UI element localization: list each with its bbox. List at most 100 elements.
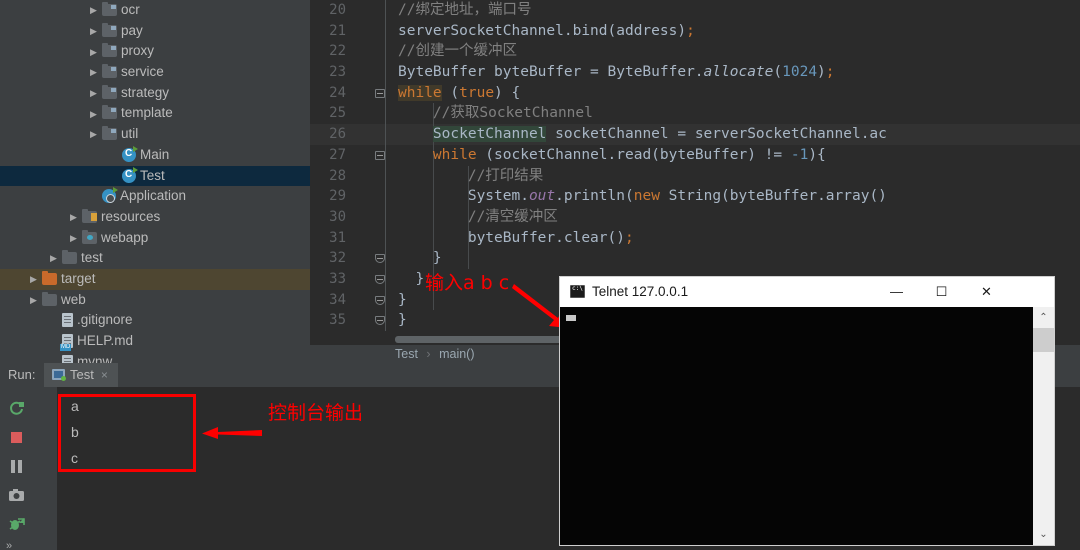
run-config-icon [52, 369, 66, 381]
line-number: 25 [329, 105, 346, 122]
code-fold-icon[interactable] [372, 248, 386, 269]
webapp-folder-icon [82, 229, 97, 244]
screenshot-button[interactable] [8, 487, 25, 504]
chevron-right-icon[interactable]: ▶ [88, 21, 99, 42]
editor-line[interactable]: 28 //打印结果 [310, 165, 1080, 187]
expand-toolbar-button[interactable]: » [6, 539, 23, 550]
tree-item-helpmd[interactable]: HELP.md [0, 331, 310, 352]
java-class-icon [122, 145, 138, 162]
editor-line[interactable]: 24 while (true) { [310, 82, 1080, 104]
code-fold-icon[interactable] [372, 83, 386, 104]
code-token: (socketChannel.read(byteBuffer) != [476, 146, 791, 163]
tree-item-mvnw[interactable]: mvnw [0, 352, 310, 363]
tree-item-resources[interactable]: ▶ resources [0, 207, 310, 228]
maximize-icon[interactable]: ☐ [919, 277, 964, 307]
editor-line[interactable]: 27 while (socketChannel.read(byteBuffer)… [310, 144, 1080, 166]
tree-item-test[interactable]: ▶ test [0, 248, 310, 269]
code-text: System.out.println(new String(byteBuffer… [398, 186, 887, 207]
chevron-right-icon[interactable]: ▶ [88, 83, 99, 104]
code-token: ( [773, 64, 783, 81]
line-number: 21 [329, 22, 346, 39]
code-token: ; [624, 229, 634, 246]
editor-line[interactable]: 32 } [310, 248, 1080, 269]
chevron-right-icon[interactable]: ▶ [68, 228, 79, 249]
folder-icon [62, 250, 77, 265]
tree-item-template[interactable]: ▶ template [0, 103, 310, 124]
tree-item-main[interactable]: Main [0, 145, 310, 166]
scrollbar-thumb[interactable] [1033, 328, 1054, 352]
editor-line[interactable]: 25 //获取SocketChannel [310, 103, 1080, 125]
code-token: while [432, 146, 477, 163]
chevron-right-icon[interactable]: ▶ [88, 62, 99, 83]
tree-item-web[interactable]: ▶ web [0, 290, 310, 311]
breadcrumb-class[interactable]: Test [395, 347, 418, 361]
folder-icon [102, 64, 117, 79]
pause-button[interactable] [8, 458, 25, 475]
code-text: //创建一个缓冲区 [398, 41, 517, 62]
chevron-right-icon[interactable]: ▶ [48, 248, 59, 269]
tree-item-pay[interactable]: ▶ pay [0, 21, 310, 42]
editor-line[interactable]: 29 System.out.println(new String(byteBuf… [310, 186, 1080, 207]
tree-item-test[interactable]: Test [0, 165, 310, 187]
chevron-right-icon[interactable]: ▶ [28, 290, 39, 311]
editor-line[interactable]: 30 //清空缓冲区 [310, 206, 1080, 228]
editor-line[interactable]: 23 ByteBuffer byteBuffer = ByteBuffer.all… [310, 62, 1080, 83]
telnet-title-bar[interactable]: Telnet 127.0.0.1 — ☐ ✕ [560, 277, 1054, 307]
tree-item-target[interactable]: ▶ target [0, 268, 310, 290]
code-token: serverSocketChannel.bind(address) [398, 22, 687, 39]
tree-item-proxy[interactable]: ▶ proxy [0, 41, 310, 62]
minimize-icon[interactable]: — [874, 277, 919, 307]
code-token: ByteBuffer byteBuffer = ByteBuffer. [398, 64, 704, 81]
editor-line[interactable]: 22 //创建一个缓冲区 [310, 41, 1080, 63]
attach-debugger-button[interactable] [8, 516, 25, 533]
code-text: //打印结果 [398, 166, 543, 187]
tree-item-application[interactable]: Application [0, 186, 310, 207]
tree-item-util[interactable]: ▶ util [0, 124, 310, 145]
chevron-right-icon[interactable]: ▶ [88, 104, 99, 125]
telnet-scrollbar[interactable]: ⌃ ⌄ [1033, 307, 1054, 545]
project-tree-panel[interactable]: ▶ ocr ▶ pay ▶ proxy ▶ service ▶ strategy ▶ template… [0, 0, 310, 363]
rerun-button[interactable] [8, 400, 25, 417]
code-fold-icon[interactable] [372, 269, 386, 290]
tree-item-gitignore[interactable]: .gitignore [0, 310, 310, 331]
stop-button[interactable] [8, 429, 25, 446]
telnet-terminal-body[interactable] [560, 307, 1033, 545]
breadcrumb-method[interactable]: main() [439, 347, 474, 361]
scroll-down-icon[interactable]: ⌄ [1033, 524, 1054, 545]
chevron-right-icon[interactable]: ▶ [28, 269, 39, 290]
code-fold-icon[interactable] [372, 290, 386, 311]
close-icon[interactable]: × [101, 368, 108, 382]
line-number: 23 [329, 64, 346, 81]
scroll-up-icon[interactable]: ⌃ [1033, 307, 1054, 328]
editor-line[interactable]: 20 //绑定地址，端口号 [310, 0, 1080, 21]
tree-item-strategy[interactable]: ▶ strategy [0, 83, 310, 104]
chevron-right-icon[interactable]: ▶ [88, 0, 99, 21]
code-token: new [633, 188, 660, 205]
code-fold-icon[interactable] [372, 310, 386, 331]
chevron-right-icon[interactable]: ▶ [88, 42, 99, 63]
code-token: } [398, 270, 425, 287]
editor-line[interactable]: 21 serverSocketChannel.bind(address); [310, 20, 1080, 42]
tree-item-ocr[interactable]: ▶ ocr [0, 0, 310, 21]
telnet-window[interactable]: Telnet 127.0.0.1 — ☐ ✕ ⌃ ⌄ [560, 277, 1054, 545]
fold-guide-line [385, 144, 386, 166]
editor-line[interactable]: 26 SocketChannel socketChannel = serverS… [310, 124, 1080, 145]
fold-guide-line [385, 20, 386, 42]
code-text: while (true) { [398, 83, 520, 104]
tree-item-service[interactable]: ▶ service [0, 62, 310, 83]
editor-line[interactable]: 31 byteBuffer.clear(); [310, 227, 1080, 249]
code-token: ) [817, 64, 826, 81]
chevron-right-icon[interactable]: ▶ [88, 124, 99, 145]
chevron-right-icon[interactable]: ▶ [68, 207, 79, 228]
run-tab-test[interactable]: Test × [44, 363, 118, 387]
line-number: 33 [329, 270, 346, 287]
code-token: //获取SocketChannel [398, 105, 593, 122]
fold-guide-line [385, 82, 386, 104]
code-token: .println( [555, 188, 634, 205]
code-token: byteBuffer.clear() [398, 229, 625, 246]
tree-item-webapp[interactable]: ▶ webapp [0, 228, 310, 249]
tree-item-label: ocr [121, 2, 140, 18]
code-fold-icon[interactable] [372, 145, 386, 166]
close-icon[interactable]: ✕ [964, 277, 1009, 307]
